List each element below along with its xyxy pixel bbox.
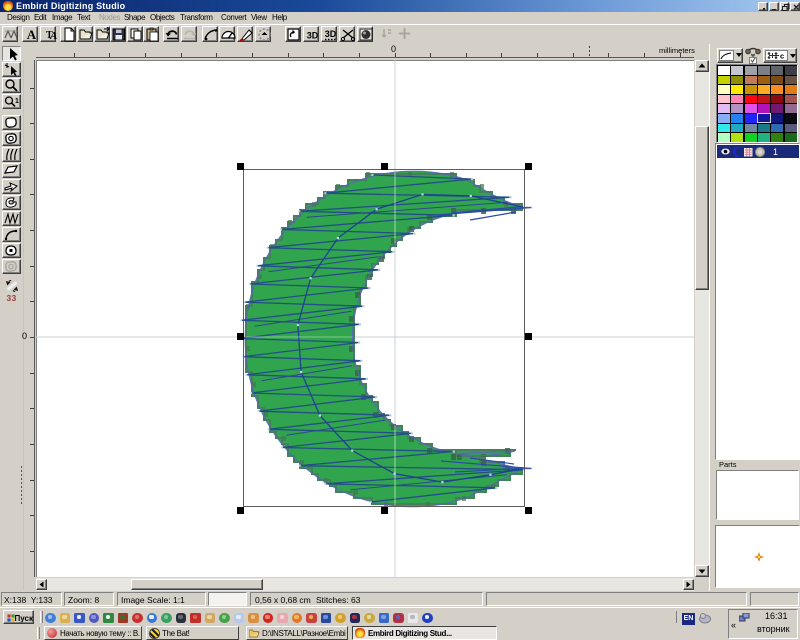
svg-text:c: c [780,52,784,61]
svg-text:3D: 3D [325,29,337,39]
svg-text:A: A [27,27,37,42]
svg-text:A: A [49,30,57,42]
svg-text:3D: 3D [307,31,319,41]
svg-text:1: 1 [15,98,19,105]
